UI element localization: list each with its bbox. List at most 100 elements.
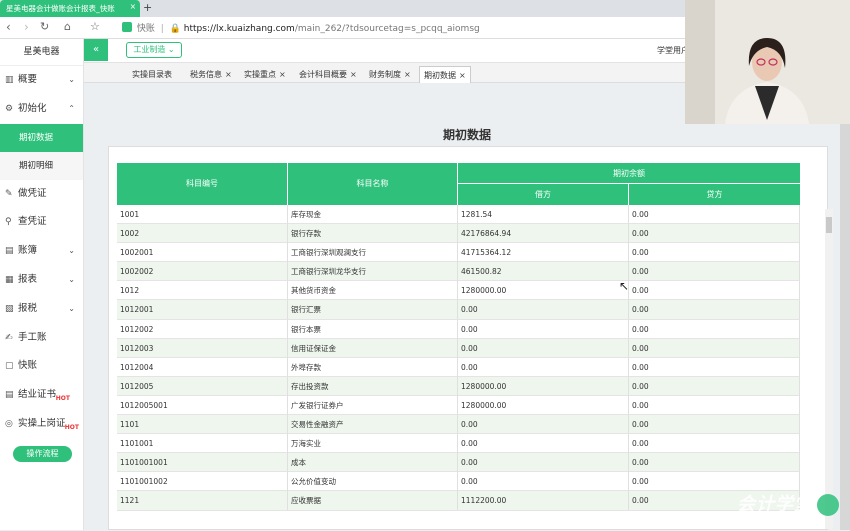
reload-icon[interactable]: ↻	[40, 20, 49, 33]
tab-label: 财务制度	[369, 70, 401, 79]
table-row[interactable]: 1101 交易性金融资产 0.00 0.00	[117, 415, 800, 435]
sidebar-item-job-certificate[interactable]: ◎ 实操上岗证 HOT	[0, 410, 83, 439]
cell-account-name: 外埠存款	[288, 357, 458, 377]
table-row[interactable]: 1001 库存现金 1281.54 0.00	[117, 205, 800, 225]
new-tab-button[interactable]: +	[143, 1, 152, 14]
opening-balance-card: 科目编号 科目名称 期初余额 借方 贷方 1001 库存现金 1281.54 0.00…	[108, 146, 833, 531]
sidebar-subitem-opening-data[interactable]: 期初数据	[0, 123, 83, 152]
cell-credit: 0.00	[629, 300, 800, 320]
cell-credit: 0.00	[629, 224, 800, 244]
page-scrollbar[interactable]	[840, 83, 850, 530]
back-icon[interactable]: ‹	[6, 20, 11, 34]
tab-account-overview[interactable]: 会计科目概要 ×	[295, 66, 361, 83]
sidebar-item-label: 初始化	[18, 102, 47, 114]
table-row[interactable]: 1002002 工商银行深圳龙华支行 461500.82 0.00	[117, 262, 800, 282]
close-icon[interactable]: ×	[225, 70, 232, 79]
cell-account-name: 工商银行深圳龙华支行	[288, 262, 458, 282]
site-favicon-icon	[122, 22, 132, 32]
hot-badge: HOT	[64, 423, 79, 431]
sidebar-item-overview[interactable]: ▥ 概要 ⌄	[0, 66, 83, 95]
cell-debit: 1280000.00	[458, 376, 629, 396]
home-icon[interactable]: ⌂	[64, 20, 71, 33]
operation-flow-button[interactable]: 操作流程	[13, 446, 72, 462]
chevron-down-icon: ⌄	[68, 246, 75, 256]
bookmark-star-icon[interactable]: ☆	[90, 20, 100, 33]
close-icon[interactable]: ×	[459, 71, 466, 80]
tab-label: 期初数据	[424, 71, 456, 80]
cell-account-code: 1012003	[117, 338, 288, 358]
sidebar-item-make-voucher[interactable]: ✎ 做凭证	[0, 180, 83, 209]
sidebar-item-query-voucher[interactable]: ⚲ 查凭证	[0, 208, 83, 237]
url-path: /main_262/?tdsourcetag=s_pcqq_aiomsg	[294, 24, 480, 34]
table-row[interactable]: 1101001001 成本 0.00 0.00	[117, 453, 800, 473]
cell-account-name: 成本	[288, 453, 458, 473]
close-icon[interactable]: ×	[404, 70, 411, 79]
cell-credit: 0.00	[629, 434, 800, 454]
industry-select[interactable]: 工业制造 ⌄	[126, 42, 182, 58]
table-scrollbar[interactable]	[825, 209, 833, 529]
tax-icon: ▧	[5, 303, 14, 314]
cell-debit: 0.00	[458, 453, 629, 473]
sidebar-item-tax[interactable]: ▧ 报税 ⌄	[0, 295, 83, 324]
collapse-sidebar-button[interactable]: «	[84, 39, 108, 61]
table-row[interactable]: 1012001 银行汇票 0.00 0.00	[117, 300, 800, 320]
tab-label: 实操目录表	[132, 70, 172, 79]
cell-debit: 0.00	[458, 472, 629, 492]
sidebar-item-certificate[interactable]: ▤ 结业证书 HOT	[0, 381, 83, 410]
cell-account-name: 银行存款	[288, 224, 458, 244]
table-row[interactable]: 1012005 存出投资款 1280000.00 0.00	[117, 376, 800, 396]
cell-account-code: 1101001	[117, 434, 288, 454]
cell-debit: 0.00	[458, 357, 629, 377]
cell-credit: 0.00	[629, 205, 800, 224]
cell-credit: 0.00	[629, 262, 800, 282]
tab-tax-info[interactable]: 税务信息 ×	[186, 66, 236, 83]
sidebar-item-ledger[interactable]: ▤ 账簿 ⌄	[0, 237, 83, 266]
table-body: 1001 库存现金 1281.54 0.00 1002 银行存款 42176864.94 0.…	[117, 205, 800, 531]
sidebar-item-label: 快账	[18, 360, 38, 372]
sidebar-item-reports[interactable]: ▦ 报表 ⌄	[0, 266, 83, 295]
close-icon[interactable]: ×	[279, 70, 286, 79]
table-row[interactable]: 1012002 银行本票 0.00 0.00	[117, 319, 800, 339]
table-row[interactable]: 1012 其他货币资金 1280000.00 0.00	[117, 281, 800, 301]
url-field[interactable]: 快账 | 🔒 https://lx.kuaizhang.com/main_262…	[122, 21, 682, 36]
main-content: 期初数据 科目编号 科目名称 期初余额 借方 贷方 1001 库存现金 1281.5…	[84, 83, 850, 530]
cell-account-code: 1002	[117, 224, 288, 244]
close-icon[interactable]: ×	[350, 70, 357, 79]
sidebar-item-label: 概要	[18, 74, 38, 85]
table-row[interactable]: 1012004 外埠存款 0.00 0.00	[117, 357, 800, 377]
report-icon: ▦	[5, 274, 14, 285]
cell-debit: 0.00	[458, 434, 629, 454]
table-row[interactable]: 1012005001 广发银行证券户 1280000.00 0.00	[117, 395, 800, 416]
cell-account-name: 银行本票	[288, 319, 458, 339]
table-row[interactable]: 1002001 工商银行深圳观澜支行 41715364.12 0.00	[117, 243, 800, 263]
browser-tab-title: 星美电器会计做账会计报表_快账	[6, 4, 115, 13]
close-tab-icon[interactable]: ×	[130, 2, 136, 11]
certificate-icon: ▤	[5, 390, 14, 401]
handwriting-icon: ✍	[5, 332, 13, 343]
sidebar-item-label: 结业证书	[18, 389, 57, 401]
browser-tab-active[interactable]: 星美电器会计做账会计报表_快账 ×	[0, 0, 140, 17]
table-row[interactable]: 1101001 万海实业 0.00 0.00	[117, 434, 800, 454]
table-row[interactable]: 1101001002 公允价值变动 0.00 0.00	[117, 472, 800, 492]
table-scrollbar-thumb[interactable]	[826, 217, 832, 233]
tab-finance-policy[interactable]: 财务制度 ×	[365, 66, 415, 83]
tab-key-points[interactable]: 实操重点 ×	[240, 66, 290, 83]
sidebar-item-init[interactable]: ⚙ 初始化 ⌃	[0, 95, 83, 124]
page-title: 期初数据	[442, 128, 491, 142]
table-row[interactable]: 1002 银行存款 42176864.94 0.00	[117, 224, 800, 244]
tab-opening-data[interactable]: 期初数据 ×	[419, 66, 471, 83]
tab-practice-catalog[interactable]: 实操目录表	[128, 66, 176, 83]
sidebar-item-label: 账簿	[18, 245, 38, 257]
sidebar-subitem-opening-detail[interactable]: 期初明细	[0, 151, 83, 180]
mouse-cursor-icon: ↖	[619, 279, 630, 293]
forward-icon[interactable]: ›	[24, 20, 29, 34]
sidebar-item-quick-ledger[interactable]: ▢ 快账	[0, 352, 83, 381]
sidebar-item-manual-ledger[interactable]: ✍ 手工账	[0, 324, 83, 353]
cell-debit: 42176864.94	[458, 224, 629, 244]
table-row[interactable]: 1121 应收票据 1112200.00 0.00	[117, 491, 800, 511]
company-name: 星美电器	[0, 39, 83, 66]
chevron-up-icon: ⌃	[68, 103, 75, 113]
chevron-down-icon: ⌄	[68, 75, 75, 84]
header-account-code: 科目编号	[117, 163, 288, 205]
table-row[interactable]: 1012003 信用证保证金 0.00 0.00	[117, 338, 800, 358]
